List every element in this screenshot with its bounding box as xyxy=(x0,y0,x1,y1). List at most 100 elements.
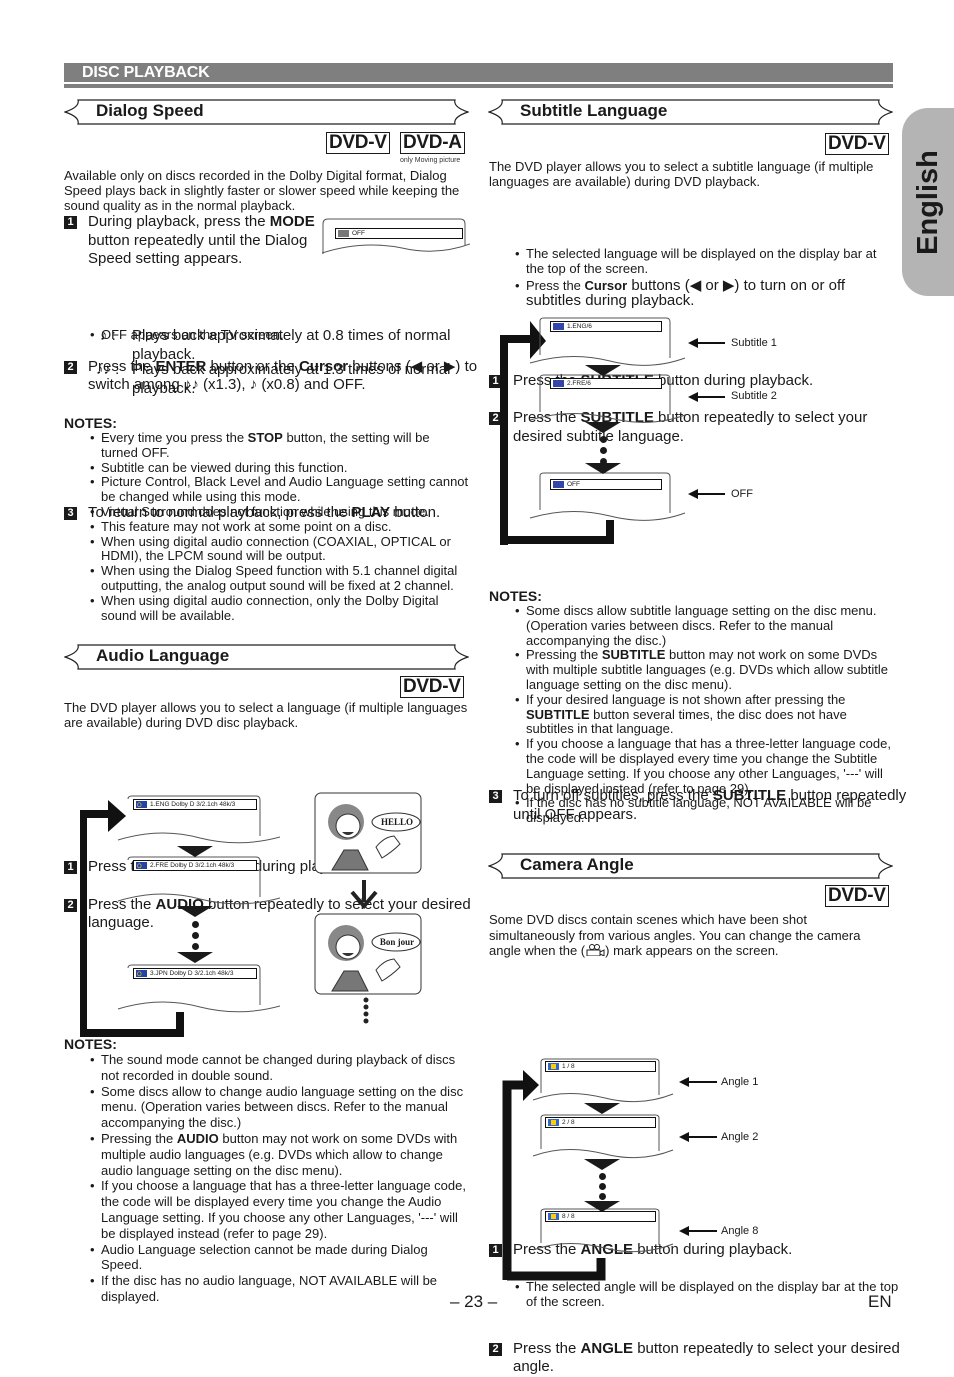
ellipsis-dot xyxy=(600,447,607,454)
subtitle-notes-list: Some discs allow subtitle language setti… xyxy=(515,603,895,826)
down-arrow xyxy=(585,365,621,376)
note-item: When using digital audio connection, onl… xyxy=(90,593,470,624)
badge-dvd-v: DVD-V xyxy=(825,885,889,907)
note-item: Every time you press the STOP button, th… xyxy=(90,430,470,461)
ellipsis-dot xyxy=(192,932,199,939)
note-item: If your desired language is not shown af… xyxy=(515,692,895,737)
speed-def-slow: ♪ : Plays back approximately at 0.8 times… xyxy=(100,327,451,363)
heading-camera-angle: Camera Angle xyxy=(488,853,893,879)
note-item: Some discs allow to change audio languag… xyxy=(90,1084,470,1131)
display-bar: 8 / 8 xyxy=(545,1211,656,1222)
speech-bubble-bonjour: Bon jour xyxy=(379,937,415,947)
down-arrow xyxy=(584,1103,620,1114)
badge-dvd-v: DVD-V xyxy=(326,132,390,154)
language-code: EN xyxy=(868,1292,892,1311)
note-item: If the disc has no subtitle language, NO… xyxy=(515,796,895,826)
bullet-item: The selected language will be displayed … xyxy=(515,246,893,276)
callout-label: Angle 1 xyxy=(721,1076,759,1088)
display-bar: O 2.FRE Dolby D 3/2.1ch 48k/3 xyxy=(133,860,257,871)
ellipsis-dot xyxy=(600,436,607,443)
note-item: This feature may not work at some point … xyxy=(90,519,470,535)
bullet-item: Press the Cursor buttons (◀ or ▶) to tur… xyxy=(515,278,893,308)
subtitle-notes-title: NOTES: xyxy=(489,588,542,604)
note-item: Pressing the AUDIO button may not work o… xyxy=(90,1131,470,1178)
callout-label: Subtitle 1 xyxy=(731,337,777,349)
heading-text: Dialog Speed xyxy=(96,101,204,120)
down-arrow xyxy=(177,906,213,917)
ellipsis-dot xyxy=(192,921,199,928)
note-item: Pressing the SUBTITLE button may not wor… xyxy=(515,647,895,692)
language-illustration: HELLO Bon jour xyxy=(314,792,424,1032)
svg-text:O: O xyxy=(137,803,142,808)
dialog-speed-screen: OFF xyxy=(322,218,470,258)
dialog-step-1: 1 During playback, press the MODE button … xyxy=(64,213,333,269)
audio-language-diagram: O 1.ENG Dolby D 3/2.1ch 48k/3 O 2.FRE Dolb… xyxy=(80,792,280,1037)
callout-label: Subtitle 2 xyxy=(731,390,777,402)
side-tab-label: English xyxy=(911,149,944,255)
page-number: – 23 – xyxy=(450,1292,498,1311)
speech-bubble-hello: HELLO xyxy=(380,817,413,827)
note-item: If the disc has no audio language, NOT A… xyxy=(90,1273,470,1305)
down-arrow xyxy=(584,1159,620,1170)
audio-notes-title: NOTES: xyxy=(64,1036,117,1052)
dialog-notes-title: NOTES: xyxy=(64,415,117,431)
ellipsis-dot xyxy=(192,943,199,950)
callout-label: Angle 2 xyxy=(721,1131,759,1143)
display-bar: 2.FRE/6 xyxy=(550,378,662,389)
camera-angle-diagram: 1 / 8 Angle 1 2 / 8 Angle 2 8 / 8 Angle … xyxy=(495,1058,785,1283)
subtitle-diagram: 1.ENG/6 Subtitle 1 2.FRE/6 Subtitle 2 OF… xyxy=(500,315,800,545)
display-bar: O 1.ENG Dolby D 3/2.1ch 48k/3 xyxy=(133,799,257,810)
heading-text: Audio Language xyxy=(96,646,230,665)
heading-text: Subtitle Language xyxy=(520,101,668,120)
ellipsis-dot xyxy=(599,1183,606,1190)
ellipsis-dot xyxy=(599,1173,606,1180)
note-item: Subtitle can be viewed during this funct… xyxy=(90,460,470,476)
heading-text: Camera Angle xyxy=(520,855,634,874)
badge-note: only Moving picture xyxy=(400,157,461,164)
angle-step-2: 2 Press the ANGLE button repeatedly to se… xyxy=(489,1340,918,1377)
display-bar: 2 / 8 xyxy=(545,1117,656,1128)
display-bar: 1.ENG/6 xyxy=(550,321,662,332)
header-underline xyxy=(64,84,893,88)
audio-intro: The DVD player allows you to select a la… xyxy=(64,700,468,730)
camera-angle-intro: Some DVD discs contain scenes which have… xyxy=(489,912,861,958)
language-side-tab: English xyxy=(902,108,954,296)
callout-label: Angle 8 xyxy=(721,1225,759,1237)
section-header-title: DISC PLAYBACK xyxy=(82,64,210,81)
display-bar: 1 / 8 xyxy=(545,1061,656,1072)
down-arrow xyxy=(177,952,213,963)
down-arrow xyxy=(585,463,621,474)
angle-step-1-bullet: The selected angle will be displayed on … xyxy=(515,1279,904,1309)
note-item: Virtual Surround does not function while… xyxy=(90,504,470,520)
badge-dvd-v: DVD-V xyxy=(825,133,889,155)
svg-text:O: O xyxy=(137,864,142,869)
heading-dialog-speed: Dialog Speed xyxy=(64,99,469,125)
note-item: Some discs allow subtitle language setti… xyxy=(515,603,895,648)
badge-dvd-a: DVD-A xyxy=(400,132,465,154)
callout-label: OFF xyxy=(731,488,753,500)
heading-subtitle-language: Subtitle Language xyxy=(488,99,893,125)
note-item: If you choose a language that has a thre… xyxy=(515,736,895,796)
dialog-speed-intro: Available only on discs recorded in the … xyxy=(64,168,460,213)
angle-mark-icon xyxy=(586,944,605,957)
note-item: Audio Language selection cannot be made … xyxy=(90,1242,470,1274)
badge-dvd-v: DVD-V xyxy=(400,676,464,698)
display-bar: O 3.JPN Dolby D 3/2.1ch 48k/3 xyxy=(133,968,257,979)
note-item: When using the Dialog Speed function wit… xyxy=(90,563,470,594)
note-item: Picture Control, Black Level and Audio L… xyxy=(90,475,470,505)
audio-notes-list: The sound mode cannot be changed during … xyxy=(90,1052,470,1305)
subtitle-step-2-bullets: The selected language will be displayed … xyxy=(515,246,893,308)
note-item: The sound mode cannot be changed during … xyxy=(90,1052,470,1084)
note-item: When using digital audio connection (COA… xyxy=(90,534,470,565)
note-item: If you choose a language that has a thre… xyxy=(90,1178,470,1241)
subtitle-intro: The DVD player allows you to select a su… xyxy=(489,159,874,189)
display-bar: OFF xyxy=(550,479,662,490)
display-bar: OFF xyxy=(335,228,463,239)
svg-text:O: O xyxy=(137,972,142,977)
heading-audio-language: Audio Language xyxy=(64,644,469,670)
speed-def-fast: ♪♪ : Plays back approximately at 1.3 time… xyxy=(96,361,451,397)
down-arrow xyxy=(585,422,621,433)
down-arrow xyxy=(177,846,213,857)
dialog-notes-list: Every time you press the STOP button, th… xyxy=(90,430,470,624)
ellipsis-dot xyxy=(599,1193,606,1200)
